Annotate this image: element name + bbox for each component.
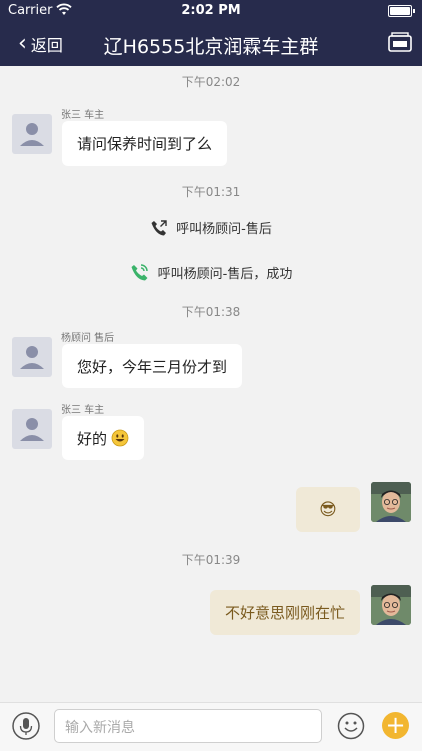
message-bubble[interactable]: 您好，今年三月份才到 [62,344,243,388]
microphone-icon[interactable] [12,712,40,740]
input-bar: 输入新消息 + [0,702,422,751]
message-bubble-mine[interactable]: 不好意思刚刚在忙 [210,590,360,635]
timestamp: 下午02:02 [181,75,241,89]
message-bubble-mine[interactable]: 😎 [296,487,360,532]
timestamp: 下午01:38 [181,305,241,319]
call-event: 呼叫杨顾问-售后 [0,218,422,237]
sender-label: 张三 车主 [61,405,105,416]
back-button[interactable]: ‹ 返回 [18,32,63,56]
clock: 2:02 PM [181,3,241,18]
page-title: 辽H6555北京润霖车主群 [103,36,319,58]
call-event-text: 呼叫杨顾问-售后，成功 [157,266,293,282]
smiley-emoji-icon [111,429,129,447]
timestamp: 下午01:39 [181,553,241,567]
avatar[interactable] [12,337,52,377]
call-success-event: 呼叫杨顾问-售后，成功 [0,262,422,282]
group-card-icon[interactable] [388,32,412,52]
my-avatar[interactable] [371,585,411,625]
message-input[interactable]: 输入新消息 [54,709,322,743]
emoji-icon[interactable] [337,712,365,740]
user-photo-icon [371,482,411,522]
user-photo-icon [371,585,411,625]
message-bubble[interactable]: 请问保养时间到了么 [62,121,228,166]
add-attachment-button[interactable]: + [382,712,409,739]
timestamp: 下午01:31 [181,185,241,199]
status-bar: Carrier 2:02 PM [0,0,422,22]
user-silhouette-icon [20,418,44,441]
call-event-text: 呼叫杨顾问-售后 [176,222,272,237]
user-silhouette-icon [20,123,44,146]
message-bubble[interactable]: 好的 [62,416,145,460]
plus-icon: + [385,711,406,739]
phone-outgoing-icon [151,219,167,235]
cool-emoji-icon: 😎 [319,499,337,520]
phone-success-icon [131,264,148,281]
avatar[interactable] [12,409,52,449]
message-text: 好的 [77,429,108,448]
my-avatar[interactable] [371,482,411,522]
avatar[interactable] [12,114,52,154]
battery-icon [388,5,415,17]
chat-area[interactable]: 下午02:02 张三 车主 请问保养时间到了么 下午01:31 呼叫杨顾问-售后… [0,66,422,702]
chevron-left-icon: ‹ [18,31,27,56]
sender-label: 杨顾问 售后 [61,333,115,344]
user-silhouette-icon [20,346,44,369]
back-label: 返回 [30,36,63,55]
sender-label: 张三 车主 [61,110,105,121]
nav-bar: ‹ 返回 辽H6555北京润霖车主群 [0,22,422,66]
